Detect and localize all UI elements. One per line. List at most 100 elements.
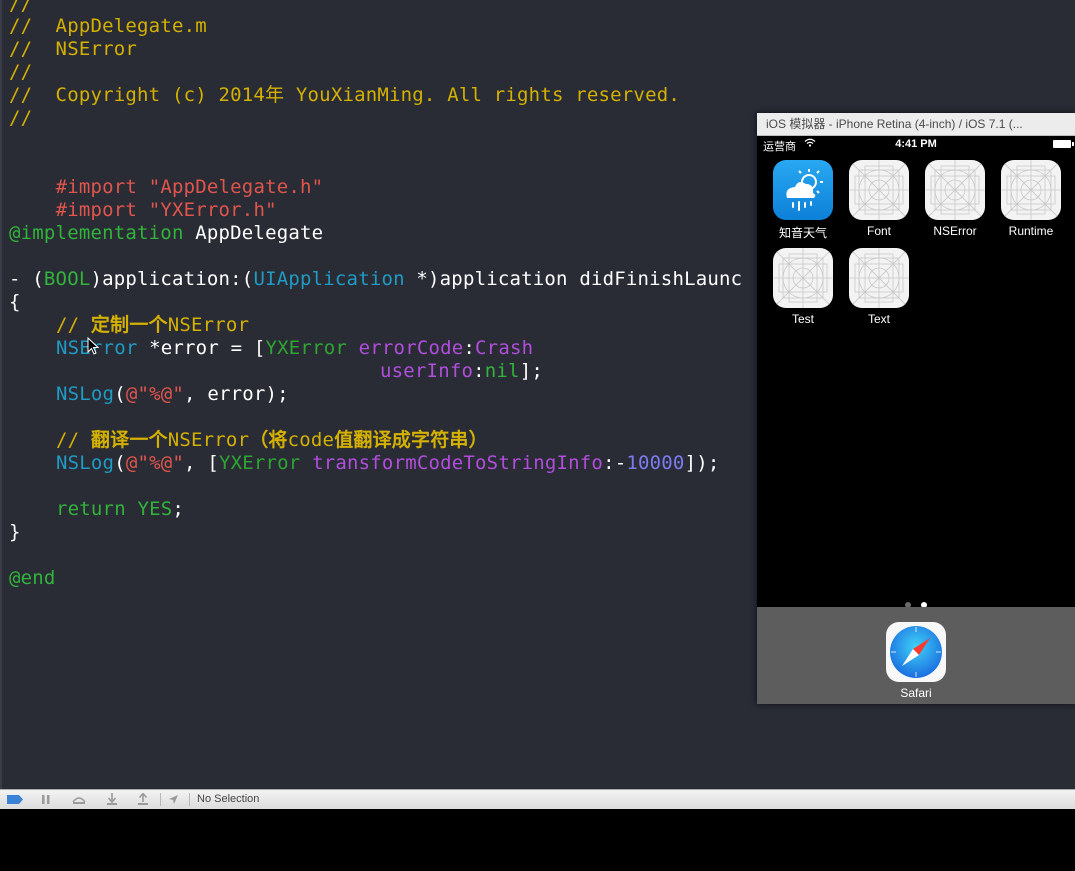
app-icon-test[interactable]: Test [767,248,839,326]
code-text: : [473,360,485,382]
app-label: Safari [900,686,932,700]
comment: // [56,314,91,336]
code-line[interactable]: // Copyright (c) 2014年 YouXianMing. All … [9,84,680,107]
keyword: nil [484,360,520,382]
code-text: *error = [ [137,337,266,359]
mouse-cursor-icon [87,337,99,355]
keyword: return [56,498,126,520]
code-line[interactable]: return YES; [56,498,184,521]
code-line[interactable]: #import "YXError.h" [9,176,277,221]
code-line[interactable]: // [9,0,32,16]
app-icon-runtime[interactable]: Runtime [995,160,1067,238]
placeholder-app-icon [1001,160,1061,220]
comment: // [56,429,91,451]
code-line[interactable]: // 翻译一个NSError（将code值翻译成字符串） [56,429,488,452]
ios-simulator-window[interactable]: iOS 模拟器 - iPhone Retina (4-inch) / iOS 7… [757,113,1075,704]
code-line[interactable]: // NSError [9,38,137,61]
enum-value: Crash [475,337,534,359]
number-literal: 10000 [626,452,685,474]
app-icon-nserror[interactable]: NSError [919,160,991,238]
pause-icon[interactable] [40,794,52,805]
code-line[interactable]: - (BOOL)application:(UIApplication *)app… [9,268,742,291]
app-label: Runtime [1008,224,1054,238]
app-icon-zhiyin-weather[interactable]: 知音天气 [767,160,839,241]
step-into-icon[interactable] [106,793,118,806]
string-literal: @"%@" [125,452,185,474]
status-time: 4:41 PM [895,138,937,150]
divider [160,793,161,806]
editor-gutter [0,0,2,789]
comment: NSError [167,429,250,451]
class-name: YXError [265,337,347,359]
comment: code [287,429,335,451]
code-text: ]); [684,452,720,474]
app-label: NSError [933,224,977,238]
class-name: UIApplication [253,268,405,290]
step-out-icon[interactable] [137,793,149,806]
code-line[interactable]: // [9,107,32,130]
import-directive: #import [55,199,138,221]
simulator-title[interactable]: iOS 模拟器 - iPhone Retina (4-inch) / iOS 7… [757,113,1075,136]
divider [189,793,190,806]
weather-app-icon [773,160,833,220]
comment: 翻译一个 [90,429,168,451]
function-name: NSLog [56,383,115,405]
code-line[interactable]: NSLog(@"%@", [YXError transformCodeToStr… [56,452,719,475]
function-name: NSLog [56,452,115,474]
selection-label: No Selection [197,793,260,805]
comment: （将 [249,429,288,451]
keyword: YES [137,498,173,520]
code-line[interactable]: @implementation AppDelegate [9,222,323,245]
code-text: , error); [184,383,289,405]
placeholder-app-icon [773,248,833,308]
class-name: YXError [218,452,301,474]
code-line[interactable]: userInfo:nil]; [380,360,543,383]
code-line[interactable]: // 定制一个NSError [56,314,249,337]
comment: 值翻译成字符串） [334,429,488,451]
code-text: *)application didFinishLaunc [404,268,743,290]
ios-status-bar: 运营商 4:41 PM [757,136,1075,154]
code-line[interactable]: { [9,291,21,314]
app-label: 知音天气 [778,226,827,240]
code-line[interactable]: @end [9,567,56,590]
dock: Safari [757,607,1075,704]
app-label: Font [866,224,891,238]
battery-icon [1053,140,1074,148]
comment: 定制一个 [90,314,168,336]
app-label: Test [791,312,814,326]
method-name: userInfo [380,360,474,382]
code-text: AppDelegate [183,222,324,244]
code-line[interactable]: // AppDelegate.m [9,15,207,38]
code-line[interactable]: // [9,61,32,84]
code-line[interactable]: #import "AppDelegate.h" [9,153,324,198]
comment: NSError [167,314,250,336]
method-name: transformCodeToStringInfo [312,452,604,474]
code-line[interactable]: NSError *error = [YXError errorCode:Cras… [56,337,533,360]
string-literal: @"%@" [125,383,185,405]
app-icon-text[interactable]: Text [843,248,915,326]
app-icon-safari[interactable]: Safari [880,622,952,700]
code-text: ]; [519,360,543,382]
code-text: :- [603,452,627,474]
location-icon[interactable] [168,794,179,805]
code-text: ; [172,498,185,520]
code-text: ( [114,383,126,405]
code-line[interactable]: NSLog(@"%@", error); [56,383,289,406]
breakpoints-toggle-icon[interactable] [7,795,23,804]
placeholder-app-icon [849,160,909,220]
app-icon-font[interactable]: Font [843,160,915,238]
step-over-icon[interactable] [72,794,86,805]
method-name: errorCode [358,337,464,359]
debug-bar: No Selection [0,789,1075,809]
code-line[interactable]: } [9,521,21,544]
placeholder-app-icon [925,160,985,220]
code-text: )application:( [90,268,254,290]
code-text: , [ [184,452,219,474]
safari-icon [886,622,946,682]
code-text: - ( [9,268,44,290]
code-text: ( [114,452,126,474]
code-text: : [463,337,476,359]
